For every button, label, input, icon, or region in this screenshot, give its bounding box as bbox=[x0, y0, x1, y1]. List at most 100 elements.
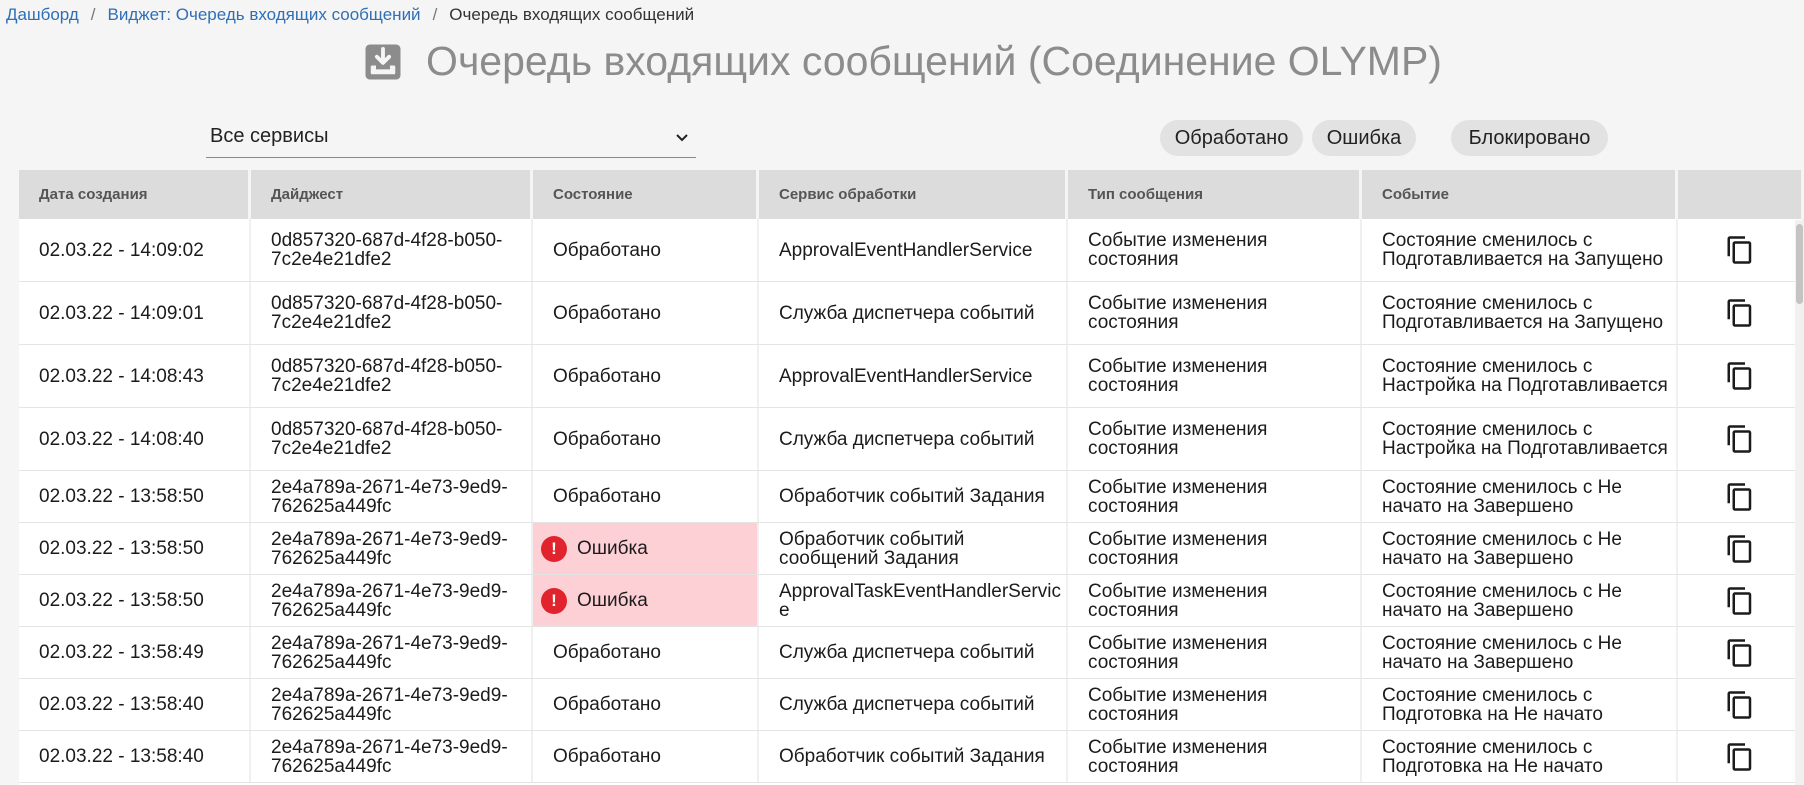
cell-service: Обработчик событий Задания bbox=[759, 471, 1068, 522]
cell-message-type-text: Событие изменения состояния bbox=[1088, 419, 1268, 459]
column-header-created[interactable]: Дата создания bbox=[19, 170, 251, 219]
cell-state: Обработано bbox=[533, 345, 759, 407]
copy-icon bbox=[1727, 425, 1752, 453]
cell-created-text: 02.03.22 - 13:58:49 bbox=[39, 642, 204, 663]
cell-message-type-text: Событие изменения состояния bbox=[1088, 632, 1268, 673]
copy-icon bbox=[1727, 299, 1752, 327]
cell-service: Обработчик событий Задания bbox=[759, 731, 1068, 782]
copy-icon bbox=[1727, 482, 1752, 511]
cell-created: 02.03.22 - 13:58:50 bbox=[19, 523, 251, 574]
cell-service-text: Обработчик событий Задания bbox=[779, 746, 1045, 767]
table-row[interactable]: 02.03.22 - 14:08:40 0d857320-687d-4f28-b0… bbox=[19, 408, 1804, 471]
table-header: Дата создания Дайджест Состояние Сервис … bbox=[19, 170, 1804, 219]
copy-icon bbox=[1727, 690, 1752, 719]
cell-event-text: Состояние сменилось с Настройка на Подго… bbox=[1382, 356, 1668, 396]
copy-button[interactable] bbox=[1678, 471, 1804, 522]
cell-event-text: Состояние сменилось с Подготовка на Не н… bbox=[1382, 736, 1603, 777]
cell-digest: 2e4a789a-2671-4e73-9ed9-762625a449fc bbox=[251, 731, 533, 782]
copy-icon bbox=[1727, 236, 1752, 264]
copy-button[interactable] bbox=[1678, 575, 1804, 626]
cell-created: 02.03.22 - 13:58:49 bbox=[19, 627, 251, 678]
cell-digest: 0d857320-687d-4f28-b050-7c2e4e21dfe2 bbox=[251, 219, 533, 281]
column-header-message-type[interactable]: Тип сообщения bbox=[1068, 170, 1362, 219]
cell-service: Обработчик событий сообщений Задания bbox=[759, 523, 1068, 574]
table-row[interactable]: 02.03.22 - 14:09:01 0d857320-687d-4f28-b0… bbox=[19, 282, 1804, 345]
cell-state-text: Обработано bbox=[553, 694, 661, 715]
copy-button[interactable] bbox=[1678, 679, 1804, 730]
cell-created: 02.03.22 - 13:58:40 bbox=[19, 731, 251, 782]
cell-created-text: 02.03.22 - 13:58:50 bbox=[39, 486, 204, 507]
cell-event-text: Состояние сменилось с Подготавливается н… bbox=[1382, 230, 1664, 270]
copy-button[interactable] bbox=[1678, 219, 1804, 281]
cell-state-text: Ошибка bbox=[577, 590, 648, 611]
cell-message-type: Событие изменения состояния bbox=[1068, 282, 1362, 344]
copy-button[interactable] bbox=[1678, 282, 1804, 344]
cell-created: 02.03.22 - 13:58:50 bbox=[19, 471, 251, 522]
table-row[interactable]: 02.03.22 - 14:09:02 0d857320-687d-4f28-b0… bbox=[19, 219, 1804, 282]
breadcrumb-link-widget[interactable]: Виджет: Очередь входящих сообщений bbox=[108, 5, 421, 25]
breadcrumb-separator: / bbox=[90, 5, 96, 24]
table-scrollbar[interactable] bbox=[1795, 220, 1804, 785]
copy-button[interactable] bbox=[1678, 345, 1804, 407]
filter-chip-processed[interactable]: Обработано bbox=[1160, 120, 1303, 156]
column-header-event[interactable]: Событие bbox=[1362, 170, 1678, 219]
cell-digest: 0d857320-687d-4f28-b050-7c2e4e21dfe2 bbox=[251, 408, 533, 470]
cell-service-text: Обработчик событий Задания bbox=[779, 486, 1045, 507]
cell-service-text: ApprovalTaskEventHandlerService bbox=[779, 580, 1061, 621]
cell-digest-text: 0d857320-687d-4f28-b050-7c2e4e21dfe2 bbox=[271, 230, 503, 270]
cell-message-type-text: Событие изменения состояния bbox=[1088, 293, 1268, 333]
table-row[interactable]: 02.03.22 - 14:08:43 0d857320-687d-4f28-b0… bbox=[19, 345, 1804, 408]
cell-created-text: 02.03.22 - 14:08:43 bbox=[39, 365, 204, 387]
column-header-digest[interactable]: Дайджест bbox=[251, 170, 533, 219]
table-row[interactable]: 02.03.22 - 13:58:40 2e4a789a-2671-4e73-9e… bbox=[19, 731, 1804, 783]
copy-button[interactable] bbox=[1678, 408, 1804, 470]
cell-digest-text: 2e4a789a-2671-4e73-9ed9-762625a449fc bbox=[271, 476, 508, 517]
cell-created-text: 02.03.22 - 13:58:40 bbox=[39, 746, 204, 767]
service-select[interactable]: Все сервисы bbox=[206, 122, 696, 158]
copy-button[interactable] bbox=[1678, 731, 1804, 782]
cell-digest-text: 0d857320-687d-4f28-b050-7c2e4e21dfe2 bbox=[271, 356, 503, 396]
cell-event-text: Состояние сменилось с Не начато на Завер… bbox=[1382, 476, 1622, 517]
cell-service: ApprovalTaskEventHandlerService bbox=[759, 575, 1068, 626]
cell-message-type-text: Событие изменения состояния bbox=[1088, 528, 1268, 569]
breadcrumb-current: Очередь входящих сообщений bbox=[449, 5, 695, 24]
cell-digest: 2e4a789a-2671-4e73-9ed9-762625a449fc bbox=[251, 679, 533, 730]
cell-event: Состояние сменилось с Не начато на Завер… bbox=[1362, 627, 1678, 678]
cell-digest: 2e4a789a-2671-4e73-9ed9-762625a449fc bbox=[251, 523, 533, 574]
table-row[interactable]: 02.03.22 - 13:58:50 2e4a789a-2671-4e73-9e… bbox=[19, 575, 1804, 627]
table-row[interactable]: 02.03.22 - 13:58:50 2e4a789a-2671-4e73-9e… bbox=[19, 471, 1804, 523]
cell-service: Служба диспетчера событий bbox=[759, 282, 1068, 344]
cell-service-text: ApprovalEventHandlerService bbox=[779, 239, 1033, 261]
cell-created: 02.03.22 - 13:58:40 bbox=[19, 679, 251, 730]
scrollbar-thumb[interactable] bbox=[1796, 224, 1803, 304]
breadcrumb-separator: / bbox=[432, 5, 438, 24]
table-row[interactable]: 02.03.22 - 13:58:49 2e4a789a-2671-4e73-9e… bbox=[19, 627, 1804, 679]
column-header-state[interactable]: Состояние bbox=[533, 170, 759, 219]
cell-event: Состояние сменилось с Не начато на Завер… bbox=[1362, 471, 1678, 522]
cell-message-type: Событие изменения состояния bbox=[1068, 471, 1362, 522]
cell-state: Обработано bbox=[533, 282, 759, 344]
copy-icon bbox=[1727, 742, 1752, 771]
filter-chip-blocked[interactable]: Блокировано bbox=[1451, 120, 1608, 156]
messages-table: Дата создания Дайджест Состояние Сервис … bbox=[19, 170, 1804, 785]
copy-button[interactable] bbox=[1678, 523, 1804, 574]
cell-service: Служба диспетчера событий bbox=[759, 408, 1068, 470]
page-title: Очередь входящих сообщений (Соединение O… bbox=[426, 38, 1442, 84]
breadcrumb-link-dashboard[interactable]: Дашборд bbox=[6, 5, 79, 25]
cell-state-text: Обработано bbox=[553, 302, 661, 324]
cell-message-type: Событие изменения состояния bbox=[1068, 627, 1362, 678]
cell-state: Обработано bbox=[533, 219, 759, 281]
cell-message-type-text: Событие изменения состояния bbox=[1088, 230, 1268, 270]
cell-state: Обработано bbox=[533, 627, 759, 678]
table-row[interactable]: 02.03.22 - 13:58:50 2e4a789a-2671-4e73-9e… bbox=[19, 523, 1804, 575]
copy-icon bbox=[1727, 534, 1752, 563]
cell-digest: 2e4a789a-2671-4e73-9ed9-762625a449fc bbox=[251, 471, 533, 522]
filter-chip-error[interactable]: Ошибка bbox=[1312, 120, 1416, 156]
column-header-service[interactable]: Сервис обработки bbox=[759, 170, 1068, 219]
cell-created: 02.03.22 - 13:58:50 bbox=[19, 575, 251, 626]
cell-service-text: Служба диспетчера событий bbox=[779, 694, 1035, 715]
cell-created: 02.03.22 - 14:08:40 bbox=[19, 408, 251, 470]
cell-event: Состояние сменилось с Подготавливается н… bbox=[1362, 219, 1678, 281]
table-row[interactable]: 02.03.22 - 13:58:40 2e4a789a-2671-4e73-9e… bbox=[19, 679, 1804, 731]
copy-button[interactable] bbox=[1678, 627, 1804, 678]
